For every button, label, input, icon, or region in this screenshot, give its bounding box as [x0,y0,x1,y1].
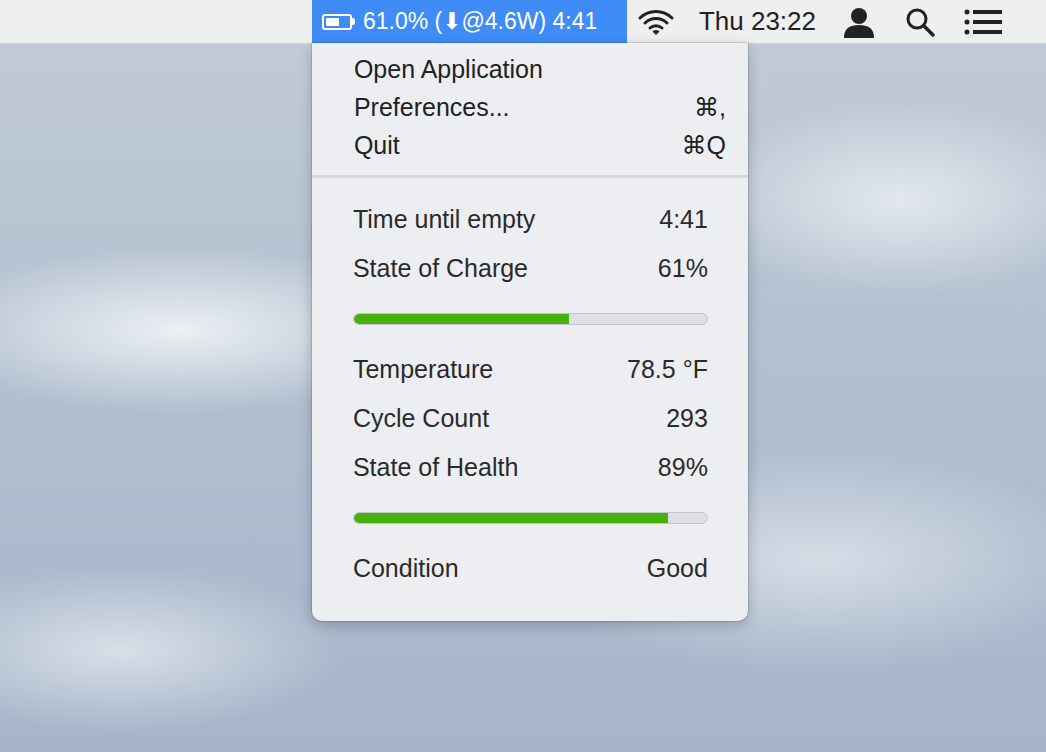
search-icon[interactable] [890,0,950,43]
desktop: 61.0% (⬇@4.6W) 4:41 Open ApplicationPrefe… [0,0,1046,752]
menu-item[interactable]: Open Application [312,50,748,88]
level-bar [353,492,708,544]
user-icon[interactable] [828,0,890,43]
menu-shortcut: ⌘Q [681,131,725,160]
menu-shortcut: ⌘, [694,93,726,122]
info-row: Time until empty4:41 [353,195,708,244]
menu-item[interactable]: Quit⌘Q [312,126,748,164]
menu-separator [312,175,748,178]
info-row: State of Health89% [353,443,708,492]
battery-icon [322,14,355,30]
menu-item[interactable]: Preferences...⌘, [312,88,748,126]
wifi-icon[interactable] [627,0,687,43]
battery-menu: Open ApplicationPreferences...⌘,Quit⌘Q Ti… [312,43,748,621]
menu-bar: 61.0% (⬇@4.6W) 4:41Open ApplicationPrefe… [0,0,1046,44]
battery-status-item[interactable]: 61.0% (⬇@4.6W) 4:41 [312,0,627,43]
info-row: ConditionGood [353,544,708,593]
info-row: State of Charge61% [353,244,708,293]
info-row: Cycle Count293 [353,394,708,443]
notification-list-icon[interactable] [950,0,1002,43]
clock[interactable]: Thu 23:22 [687,0,828,43]
level-bar [353,293,708,345]
info-row: Temperature78.5 °F [353,345,708,394]
battery-status-text: 61.0% (⬇@4.6W) 4:41 [363,8,597,35]
